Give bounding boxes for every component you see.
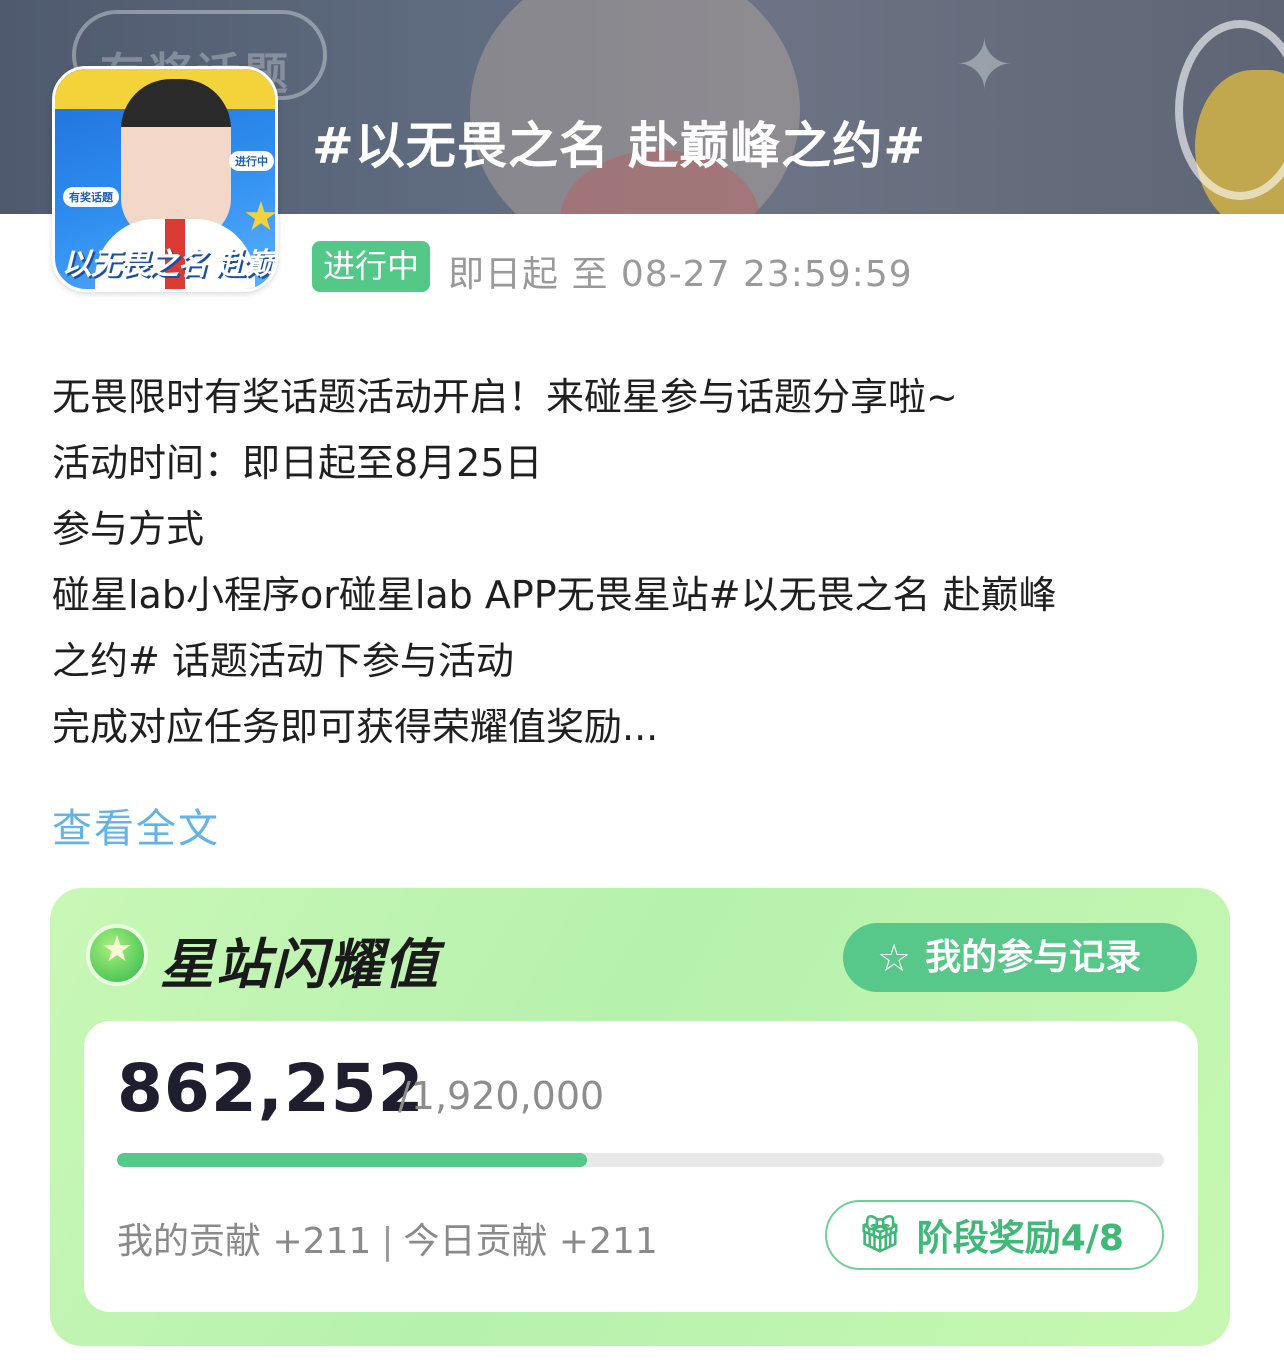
star-outline-icon: ☆ (877, 935, 912, 980)
topic-description: 无畏限时有奖话题活动开启！来碰星参与话题分享啦~ 活动时间：即日起至8月25日 … (52, 364, 1242, 760)
progress-bar (117, 1153, 1164, 1167)
banner-star-outline (1175, 20, 1284, 200)
description-line: 活动时间：即日起至8月25日 (52, 441, 543, 485)
my-participation-record-button[interactable]: ☆ 我的参与记录 (843, 923, 1197, 992)
description-line: 参与方式 (52, 507, 205, 551)
cover-badge-reward: 有奖话题 (63, 187, 119, 207)
target-shine-value: /1,920,000 (398, 1074, 605, 1118)
contribution-summary: 我的贡献 +211 | 今日贡献 +211 (117, 1212, 658, 1264)
my-contribution: 我的贡献 +211 (117, 1221, 372, 1262)
description-line: 之约# 话题活动下参与活动 (52, 639, 514, 683)
cover-badge-ongoing: 进行中 (229, 151, 274, 171)
cover-script-text: 以无畏之名 赴巅峰之约 (61, 247, 275, 282)
star-icon: ★ (243, 194, 278, 240)
card-title: 星站闪耀值 (160, 933, 440, 996)
description-line: 完成对应任务即可获得荣耀值奖励... (52, 705, 659, 749)
status-badge: 进行中 (312, 241, 431, 292)
topic-title: #以无畏之名 赴巅峰之约# (312, 117, 927, 175)
topic-cover-image[interactable]: 有奖话题 进行中 ★ 以无畏之名 赴巅峰之约 (52, 66, 278, 292)
description-line: 无畏限时有奖话题活动开启！来碰星参与话题分享啦~ (52, 375, 958, 419)
current-shine-value: 862,252 (117, 1050, 425, 1127)
activity-time-range: 即日起 至 08-27 23:59:59 (448, 254, 913, 295)
today-contribution: 今日贡献 +211 (403, 1221, 658, 1262)
record-button-label: 我的参与记录 (925, 937, 1142, 978)
description-line: 碰星lab小程序or碰星lab APP无畏星站#以无畏之名 赴巅峰 (52, 573, 1057, 617)
read-full-text-link[interactable]: 查看全文 (52, 796, 220, 854)
stage-reward-label: 阶段奖励4/8 (916, 1218, 1124, 1259)
cover-portrait (121, 79, 231, 239)
star-badge-icon (86, 924, 148, 986)
sparkle-icon: ✦ (955, 24, 1014, 106)
stage-reward-button[interactable]: 🎁︎ 阶段奖励4/8 (825, 1200, 1164, 1270)
contribution-separator: | (381, 1221, 394, 1262)
gift-icon: 🎁︎ (857, 1214, 903, 1255)
progress-bar-fill (117, 1153, 588, 1167)
